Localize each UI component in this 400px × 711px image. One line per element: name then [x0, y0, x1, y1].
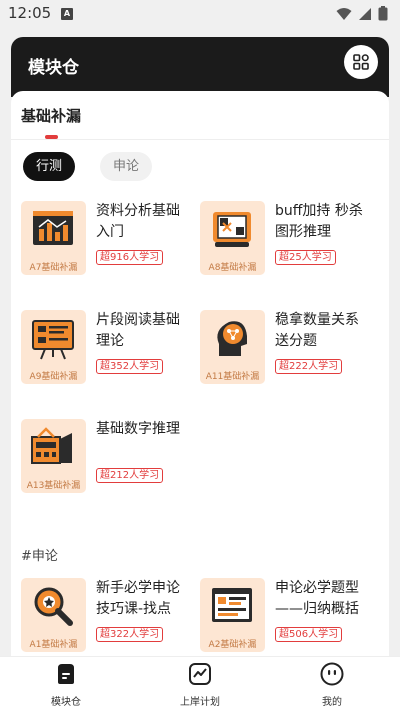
bottom-nav: 模块仓 上岸计划 我的 [0, 656, 400, 711]
course-tag: A1基础补漏 [29, 640, 78, 650]
course-card[interactable]: A11基础补漏 稳拿数量关系送分题 超222人学习 [200, 310, 380, 405]
learners-badge: 超916人学习 [96, 250, 164, 265]
nav-label: 我的 [322, 697, 342, 708]
learners-badge: 超222人学习 [275, 359, 343, 374]
calculator-icon [31, 427, 72, 464]
notification-icon: A [61, 8, 73, 20]
course-title: 资料分析基础入门 [96, 203, 180, 240]
grid-icon [353, 54, 369, 70]
browser-window-icon [212, 588, 252, 622]
course-title: 片段阅读基础理论 [96, 312, 180, 349]
learners-badge: 超352人学习 [96, 359, 164, 374]
course-thumbnail: A11基础补漏 [200, 310, 265, 384]
nav-label: 模块仓 [51, 697, 81, 708]
app-header: 模块仓 [11, 37, 389, 97]
learners-badge: 超322人学习 [96, 627, 164, 642]
course-tag: A7基础补漏 [29, 263, 78, 273]
status-bar: 12:05 A [0, 0, 400, 28]
plan-chart-icon [189, 663, 211, 685]
wifi-icon [336, 7, 352, 20]
course-card[interactable]: A1基础补漏 新手必学申论技巧课-找点 超322人学习 [21, 578, 201, 656]
presentation-board-icon [32, 320, 74, 360]
battery-icon [378, 6, 388, 21]
course-thumbnail: A9基础补漏 [21, 310, 86, 384]
course-thumbnail: A2基础补漏 [200, 578, 265, 652]
course-title: 新手必学申论技巧课-找点 [96, 580, 180, 617]
course-title: 稳拿数量关系送分题 [275, 312, 359, 349]
course-title: buff加持 秒杀图形推理 [275, 203, 363, 240]
course-title: 基础数字推理 [96, 421, 180, 437]
filter-chip-shenlun[interactable]: 申论 [100, 152, 152, 181]
magnifier-target-icon [34, 587, 73, 626]
course-tag: A11基础补漏 [205, 372, 260, 382]
course-tag: A2基础补漏 [208, 640, 257, 650]
page-title: 模块仓 [28, 58, 79, 78]
chart-board-icon [33, 211, 73, 245]
cell-signal-icon [359, 7, 371, 20]
course-thumbnail: A8基础补漏 [200, 201, 265, 275]
profile-face-icon [320, 662, 344, 686]
status-time: 12:05 [8, 4, 52, 22]
course-card[interactable]: A7基础补漏 资料分析基础入门 超916人学习 [21, 201, 201, 296]
status-indicators [336, 6, 388, 21]
learners-badge: 超506人学习 [275, 627, 343, 642]
head-network-icon [217, 321, 247, 356]
filter-chip-xingce[interactable]: 行测 [23, 152, 75, 181]
course-card[interactable]: A9基础补漏 片段阅读基础理论 超352人学习 [21, 310, 201, 405]
course-thumbnail: A1基础补漏 [21, 578, 86, 652]
course-thumbnail: A7基础补漏 [21, 201, 86, 275]
course-tag: A13基础补漏 [26, 481, 81, 491]
section-heading-shenlun: #申论 [21, 549, 58, 564]
nav-label: 上岸计划 [180, 697, 220, 708]
course-title: 申论必学题型——归纳概括 [275, 580, 359, 617]
learners-badge: 超25人学习 [275, 250, 336, 265]
course-tag: A9基础补漏 [29, 372, 78, 382]
course-card[interactable]: A8基础补漏 buff加持 秒杀图形推理 超25人学习 [200, 201, 380, 296]
nav-item-module[interactable]: 模块仓 [36, 662, 96, 708]
course-thumbnail: A13基础补漏 [21, 419, 86, 493]
divider [11, 139, 389, 140]
content-panel: 基础补漏 行测 申论 A7基础补漏 资料分析基础入门 超916人学习 A8基础补… [11, 91, 389, 656]
tab-basic-remediation[interactable]: 基础补漏 [21, 105, 81, 126]
course-card[interactable]: A2基础补漏 申论必学题型——归纳概括 超506人学习 [200, 578, 380, 656]
course-tag: A8基础补漏 [208, 263, 257, 273]
learners-badge: 超212人学习 [96, 468, 164, 483]
puzzle-scroll-icon [213, 212, 251, 247]
module-icon [58, 664, 74, 684]
nav-item-profile[interactable]: 我的 [302, 662, 362, 708]
course-card[interactable]: A13基础补漏 基础数字推理 超212人学习 [21, 419, 201, 514]
grid-menu-button[interactable] [344, 45, 378, 79]
nav-item-plan[interactable]: 上岸计划 [170, 662, 230, 708]
